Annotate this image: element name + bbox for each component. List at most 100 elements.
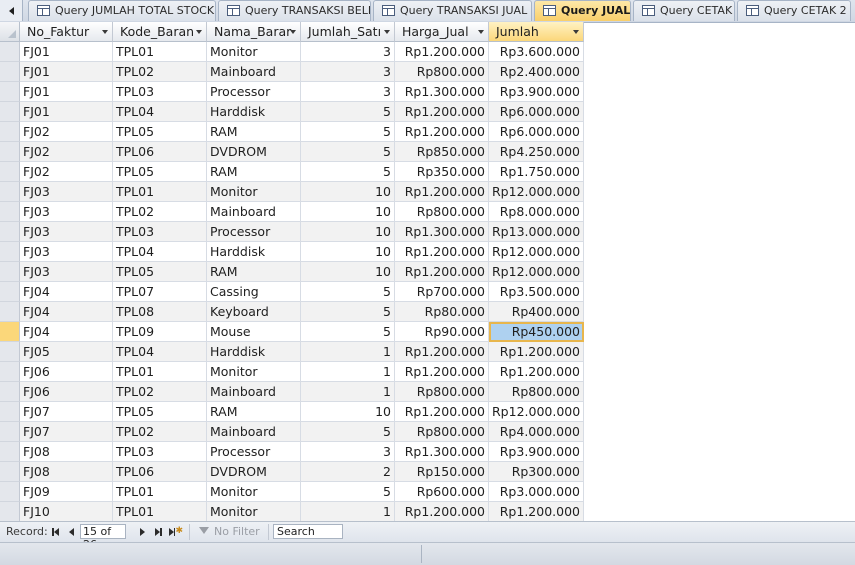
table-cell[interactable]: 10: [301, 262, 395, 282]
table-cell[interactable]: Cassing: [207, 282, 301, 302]
record-selector[interactable]: [0, 462, 20, 482]
chevron-down-icon[interactable]: [290, 30, 296, 34]
table-cell[interactable]: FJ09: [20, 482, 113, 502]
table-cell[interactable]: Harddisk: [207, 102, 301, 122]
table-cell[interactable]: Rp80.000: [395, 302, 489, 322]
table-cell[interactable]: 5: [301, 162, 395, 182]
table-cell[interactable]: 5: [301, 322, 395, 342]
table-cell[interactable]: Monitor: [207, 42, 301, 62]
table-cell[interactable]: Rp2.400.000: [489, 62, 584, 82]
table-cell[interactable]: Monitor: [207, 482, 301, 502]
table-cell[interactable]: TPL02: [113, 382, 207, 402]
new-record-button[interactable]: ✱: [169, 526, 183, 537]
table-cell[interactable]: Rp1.200.000: [395, 342, 489, 362]
record-selector[interactable]: [0, 502, 20, 522]
table-cell[interactable]: TPL04: [113, 242, 207, 262]
table-cell[interactable]: Rp800.000: [395, 62, 489, 82]
table-cell[interactable]: 2: [301, 462, 395, 482]
table-cell[interactable]: TPL01: [113, 482, 207, 502]
table-cell[interactable]: Rp800.000: [489, 382, 584, 402]
table-cell[interactable]: FJ08: [20, 462, 113, 482]
table-cell[interactable]: TPL04: [113, 342, 207, 362]
table-cell[interactable]: RAM: [207, 122, 301, 142]
table-cell[interactable]: FJ07: [20, 402, 113, 422]
chevron-down-icon[interactable]: [573, 30, 579, 34]
previous-record-button[interactable]: [66, 526, 76, 537]
table-cell[interactable]: Rp450.000: [489, 322, 584, 342]
table-cell[interactable]: Rp90.000: [395, 322, 489, 342]
table-cell[interactable]: Mouse: [207, 322, 301, 342]
record-selector[interactable]: [0, 62, 20, 82]
table-cell[interactable]: TPL09: [113, 322, 207, 342]
table-cell[interactable]: FJ01: [20, 42, 113, 62]
table-cell[interactable]: Rp12.000.000: [489, 242, 584, 262]
table-cell[interactable]: 5: [301, 102, 395, 122]
table-cell[interactable]: 1: [301, 362, 395, 382]
table-cell[interactable]: Rp8.000.000: [489, 202, 584, 222]
table-cell[interactable]: TPL05: [113, 402, 207, 422]
table-cell[interactable]: TPL01: [113, 362, 207, 382]
table-cell[interactable]: 1: [301, 382, 395, 402]
table-cell[interactable]: Rp6.000.000: [489, 122, 584, 142]
tab-query-0[interactable]: Query JUMLAH TOTAL STOCK: [28, 0, 216, 21]
table-cell[interactable]: Rp12.000.000: [489, 402, 584, 422]
record-selector[interactable]: [0, 42, 20, 62]
table-cell[interactable]: Harddisk: [207, 242, 301, 262]
next-record-button[interactable]: [137, 526, 147, 537]
table-cell[interactable]: Rp13.000.000: [489, 222, 584, 242]
table-cell[interactable]: Mainboard: [207, 422, 301, 442]
tab-query-5[interactable]: Query CETAK 2: [737, 0, 851, 21]
table-cell[interactable]: 3: [301, 62, 395, 82]
record-selector[interactable]: [0, 142, 20, 162]
table-cell[interactable]: Rp300.000: [489, 462, 584, 482]
table-cell[interactable]: TPL07: [113, 282, 207, 302]
record-selector[interactable]: [0, 282, 20, 302]
column-header[interactable]: Jumlah: [489, 22, 584, 42]
record-selector[interactable]: [0, 102, 20, 122]
table-cell[interactable]: Rp1.200.000: [489, 362, 584, 382]
record-selector[interactable]: [0, 182, 20, 202]
table-cell[interactable]: Rp4.250.000: [489, 142, 584, 162]
table-cell[interactable]: Rp600.000: [395, 482, 489, 502]
table-cell[interactable]: FJ05: [20, 342, 113, 362]
table-cell[interactable]: TPL02: [113, 202, 207, 222]
table-cell[interactable]: Rp3.900.000: [489, 442, 584, 462]
tab-query-2[interactable]: Query TRANSAKSI JUAL: [373, 0, 532, 21]
table-cell[interactable]: Rp1.200.000: [489, 342, 584, 362]
table-cell[interactable]: Processor: [207, 222, 301, 242]
table-cell[interactable]: Mainboard: [207, 202, 301, 222]
table-cell[interactable]: FJ03: [20, 242, 113, 262]
table-cell[interactable]: TPL06: [113, 462, 207, 482]
table-cell[interactable]: FJ06: [20, 362, 113, 382]
table-cell[interactable]: Rp3.500.000: [489, 282, 584, 302]
table-cell[interactable]: TPL02: [113, 422, 207, 442]
table-cell[interactable]: 1: [301, 502, 395, 522]
table-cell[interactable]: Rp1.750.000: [489, 162, 584, 182]
column-header[interactable]: No_Faktur: [20, 22, 113, 42]
record-selector[interactable]: [0, 122, 20, 142]
record-selector[interactable]: [0, 302, 20, 322]
select-all-corner[interactable]: [0, 22, 20, 42]
table-cell[interactable]: Processor: [207, 442, 301, 462]
table-cell[interactable]: RAM: [207, 402, 301, 422]
table-cell[interactable]: FJ02: [20, 122, 113, 142]
first-record-button[interactable]: [50, 526, 60, 537]
table-cell[interactable]: Rp3.000.000: [489, 482, 584, 502]
table-cell[interactable]: Rp1.200.000: [395, 242, 489, 262]
table-cell[interactable]: Rp3.900.000: [489, 82, 584, 102]
table-cell[interactable]: 5: [301, 142, 395, 162]
table-cell[interactable]: TPL05: [113, 162, 207, 182]
tab-query-3[interactable]: Query JUAL: [534, 0, 631, 21]
table-cell[interactable]: Rp800.000: [395, 202, 489, 222]
table-cell[interactable]: Rp1.200.000: [395, 402, 489, 422]
tab-query-4[interactable]: Query CETAK: [633, 0, 735, 21]
chevron-down-icon[interactable]: [196, 30, 202, 34]
record-selector[interactable]: [0, 322, 20, 342]
table-cell[interactable]: Monitor: [207, 182, 301, 202]
table-cell[interactable]: TPL03: [113, 442, 207, 462]
table-cell[interactable]: TPL01: [113, 182, 207, 202]
table-cell[interactable]: Mainboard: [207, 382, 301, 402]
record-selector[interactable]: [0, 482, 20, 502]
table-cell[interactable]: Rp1.200.000: [395, 182, 489, 202]
column-header[interactable]: Kode_Baran: [113, 22, 207, 42]
